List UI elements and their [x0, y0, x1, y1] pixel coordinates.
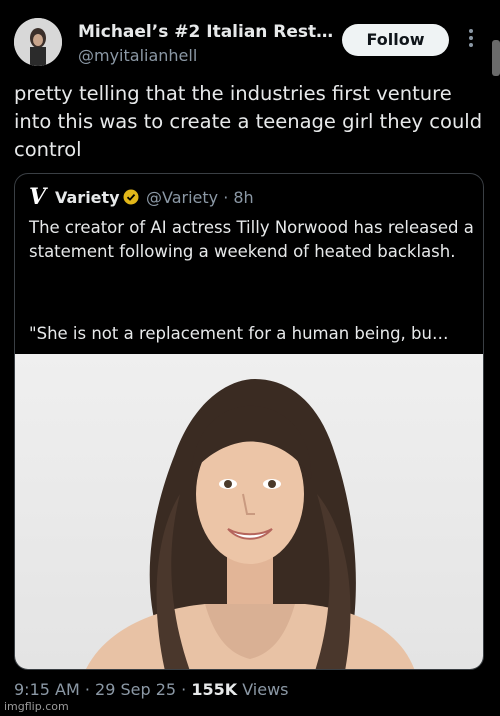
- quoted-handle-time: @Variety · 8h: [146, 188, 254, 207]
- display-name[interactable]: Michael’s #2 Italian Rest…: [78, 22, 333, 42]
- scrollbar[interactable]: [492, 40, 500, 76]
- more-options-icon[interactable]: [466, 26, 476, 50]
- portrait-image: [86, 379, 415, 669]
- watermark: imgflip.com: [4, 700, 69, 713]
- views-label: Views: [237, 680, 289, 699]
- quoted-tweet-text: The creator of AI actress Tilly Norwood …: [29, 218, 474, 261]
- tweet-text: pretty telling that the industries first…: [14, 82, 483, 161]
- verified-badge-icon: [123, 189, 139, 205]
- follow-button[interactable]: Follow: [342, 24, 449, 56]
- avatar[interactable]: [14, 18, 62, 66]
- quoted-author-name[interactable]: Variety: [55, 188, 120, 207]
- quoted-tweet-excerpt: "She is not a replacement for a human be…: [29, 324, 449, 343]
- variety-logo-icon: V: [29, 184, 47, 210]
- tweet-header: Michael’s #2 Italian Rest… @myitalianhel…: [14, 14, 486, 66]
- user-handle[interactable]: @myitalianhell: [78, 46, 197, 65]
- tweet-meta: 9:15 AM · 29 Sep 25 · 155K Views: [14, 680, 289, 699]
- quoted-tweet[interactable]: V Variety @Variety · 8h The creator of A…: [14, 173, 484, 670]
- avatar-image: [14, 18, 62, 66]
- views-count: 155K: [191, 680, 238, 699]
- timestamp[interactable]: 9:15 AM · 29 Sep 25 ·: [14, 680, 191, 699]
- quoted-tweet-photo[interactable]: [15, 354, 483, 669]
